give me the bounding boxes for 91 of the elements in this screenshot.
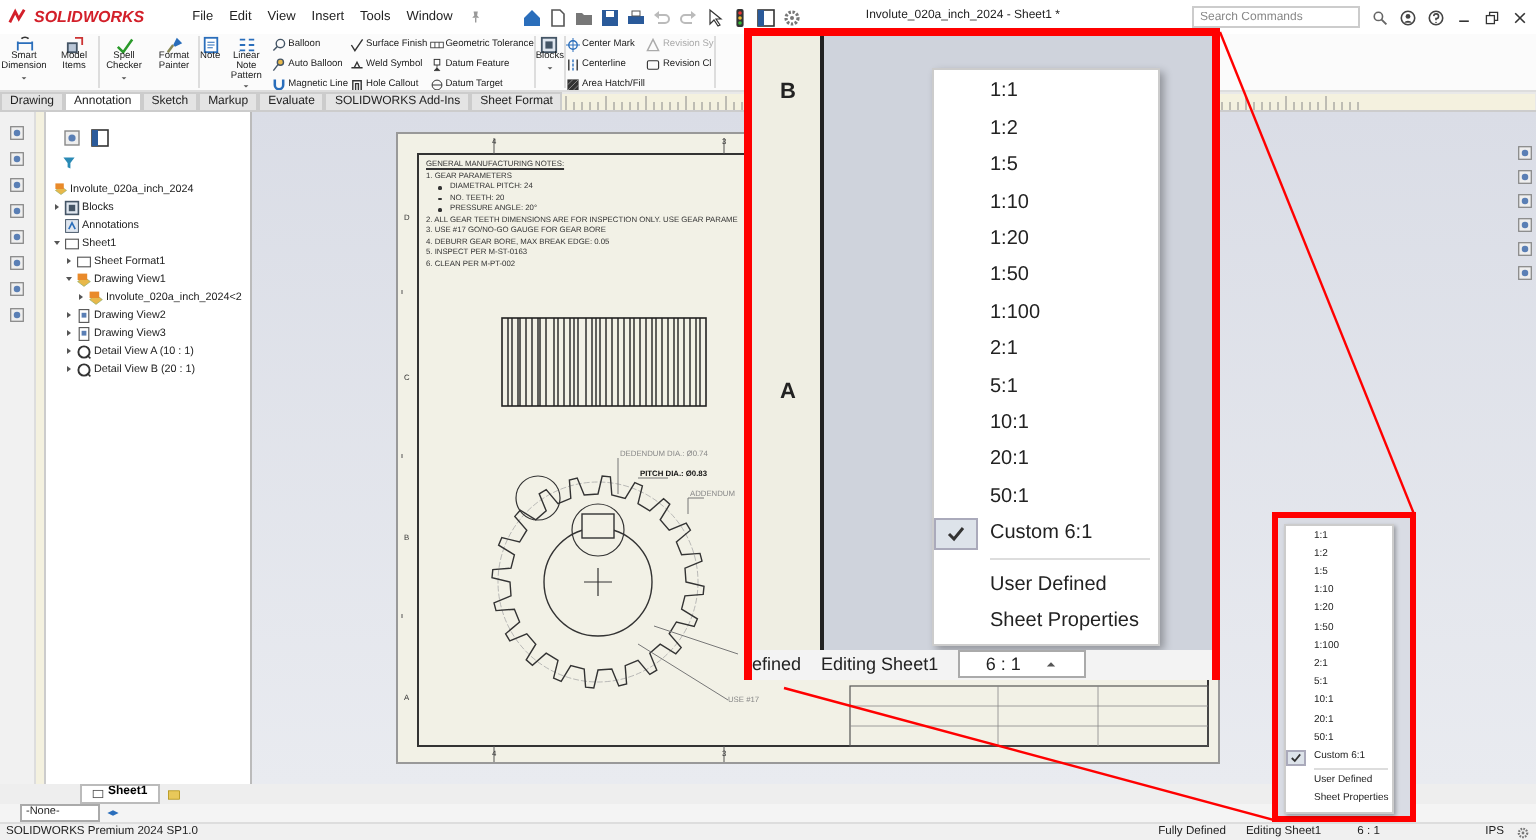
tree-tab-icon[interactable] bbox=[62, 128, 82, 148]
menu-item[interactable]: 50:1 bbox=[934, 478, 1158, 516]
caret-right-icon[interactable] bbox=[64, 364, 74, 375]
menu-item[interactable]: 1:1 bbox=[934, 74, 1158, 111]
center-mark-icon bbox=[566, 38, 580, 52]
triangle-icon bbox=[646, 38, 661, 52]
tool-icon[interactable] bbox=[8, 150, 26, 168]
menu-item[interactable]: 5:1 bbox=[934, 368, 1158, 406]
task-pane-icon[interactable] bbox=[1516, 144, 1534, 162]
caret-right-icon[interactable] bbox=[64, 256, 74, 267]
hole-callout-icon bbox=[350, 78, 365, 90]
drawing-view-icon bbox=[76, 271, 92, 288]
tool-icon[interactable] bbox=[8, 124, 26, 142]
task-pane-icon[interactable] bbox=[1516, 240, 1534, 258]
tool-icon[interactable] bbox=[8, 202, 26, 220]
sheet-format-icon bbox=[76, 253, 92, 270]
pattern-icon bbox=[237, 36, 256, 54]
menu-item[interactable]: 1:10 bbox=[934, 184, 1158, 222]
caret-down-icon[interactable] bbox=[52, 238, 62, 249]
menu-item[interactable]: 1:20 bbox=[934, 221, 1158, 258]
caret-right-icon[interactable] bbox=[64, 346, 74, 357]
task-pane-icon[interactable] bbox=[1516, 168, 1534, 186]
menu-item[interactable]: 10:1 bbox=[934, 405, 1158, 442]
task-pane-icon[interactable] bbox=[1516, 264, 1534, 282]
caret-right-icon[interactable] bbox=[64, 310, 74, 321]
hatch-icon bbox=[566, 78, 580, 90]
annotations-icon bbox=[64, 217, 80, 234]
part-icon bbox=[88, 289, 104, 306]
task-pane-icon[interactable] bbox=[1516, 192, 1534, 210]
pin-icon[interactable] bbox=[468, 10, 483, 24]
restore-icon[interactable] bbox=[1484, 9, 1500, 25]
paintbrush-icon bbox=[165, 36, 183, 54]
close-icon[interactable] bbox=[1512, 9, 1528, 25]
zone-label: A bbox=[780, 380, 796, 406]
help-icon[interactable] bbox=[1428, 9, 1444, 25]
sheet-icon bbox=[92, 788, 104, 800]
status-text: efined bbox=[752, 652, 802, 678]
tool-icon[interactable] bbox=[8, 228, 26, 246]
datum-target-icon bbox=[429, 78, 444, 90]
menu-item[interactable]: Sheet Properties bbox=[934, 602, 1158, 640]
weld-symbol-icon bbox=[350, 58, 365, 72]
caret-right-icon[interactable] bbox=[64, 328, 74, 339]
open-folder-icon[interactable] bbox=[574, 7, 595, 27]
save-icon[interactable] bbox=[600, 7, 621, 27]
zone-label: B bbox=[780, 80, 796, 106]
search-icon[interactable] bbox=[1372, 9, 1388, 25]
settings-icon[interactable] bbox=[1516, 825, 1530, 839]
menu-item[interactable]: 2:1 bbox=[934, 331, 1158, 369]
tool-icon[interactable] bbox=[8, 306, 26, 324]
check-mark-icon bbox=[115, 36, 133, 54]
tool-icon[interactable] bbox=[8, 176, 26, 194]
new-document-icon[interactable] bbox=[548, 7, 569, 27]
surface-finish-icon bbox=[350, 38, 365, 52]
caret-icon bbox=[1044, 657, 1059, 671]
filter-icon[interactable] bbox=[62, 156, 76, 170]
menu-item[interactable]: 1:5 bbox=[934, 147, 1158, 185]
logo-icon bbox=[8, 8, 26, 26]
tool-icon[interactable] bbox=[8, 280, 26, 298]
balloon-icon bbox=[272, 38, 287, 52]
caret-down-icon[interactable] bbox=[64, 274, 74, 285]
settings-icon[interactable] bbox=[782, 7, 803, 27]
sheet-icon bbox=[64, 235, 80, 252]
folder-icon bbox=[64, 199, 80, 216]
datum-icon bbox=[429, 58, 444, 72]
status-text: Editing Sheet1 bbox=[821, 652, 939, 678]
pointer-icon[interactable] bbox=[704, 7, 725, 27]
menu-item[interactable]: User Defined bbox=[934, 566, 1158, 603]
menu-item[interactable]: 1:2 bbox=[934, 110, 1158, 148]
dimension-icon bbox=[15, 36, 33, 54]
print-icon[interactable] bbox=[626, 7, 647, 27]
user-icon[interactable] bbox=[1400, 9, 1416, 25]
model-items-icon bbox=[65, 36, 83, 54]
menu-item[interactable]: 1:50 bbox=[934, 257, 1158, 295]
balloon-icon bbox=[272, 58, 287, 72]
block-icon bbox=[540, 36, 559, 54]
home-icon[interactable] bbox=[522, 7, 543, 27]
properties-tab-icon[interactable] bbox=[90, 128, 110, 148]
caret-right-icon[interactable] bbox=[76, 292, 86, 303]
tool-icon[interactable] bbox=[8, 254, 26, 272]
cloud-icon bbox=[646, 58, 661, 72]
menu-item[interactable]: 1:100 bbox=[934, 294, 1158, 332]
task-pane-icon[interactable] bbox=[1516, 216, 1534, 234]
part-icon bbox=[54, 182, 68, 197]
centerline-icon bbox=[566, 58, 580, 72]
menu-item[interactable]: 20:1 bbox=[934, 441, 1158, 479]
app-logo: SOLIDWORKS bbox=[34, 7, 145, 27]
scale-dropdown[interactable]: 6 : 1 bbox=[958, 650, 1087, 678]
panel-icon[interactable] bbox=[756, 7, 777, 27]
menu-item[interactable]: Custom 6:1 bbox=[934, 515, 1158, 553]
layers-icon[interactable] bbox=[106, 806, 120, 820]
magnet-icon bbox=[272, 78, 287, 90]
